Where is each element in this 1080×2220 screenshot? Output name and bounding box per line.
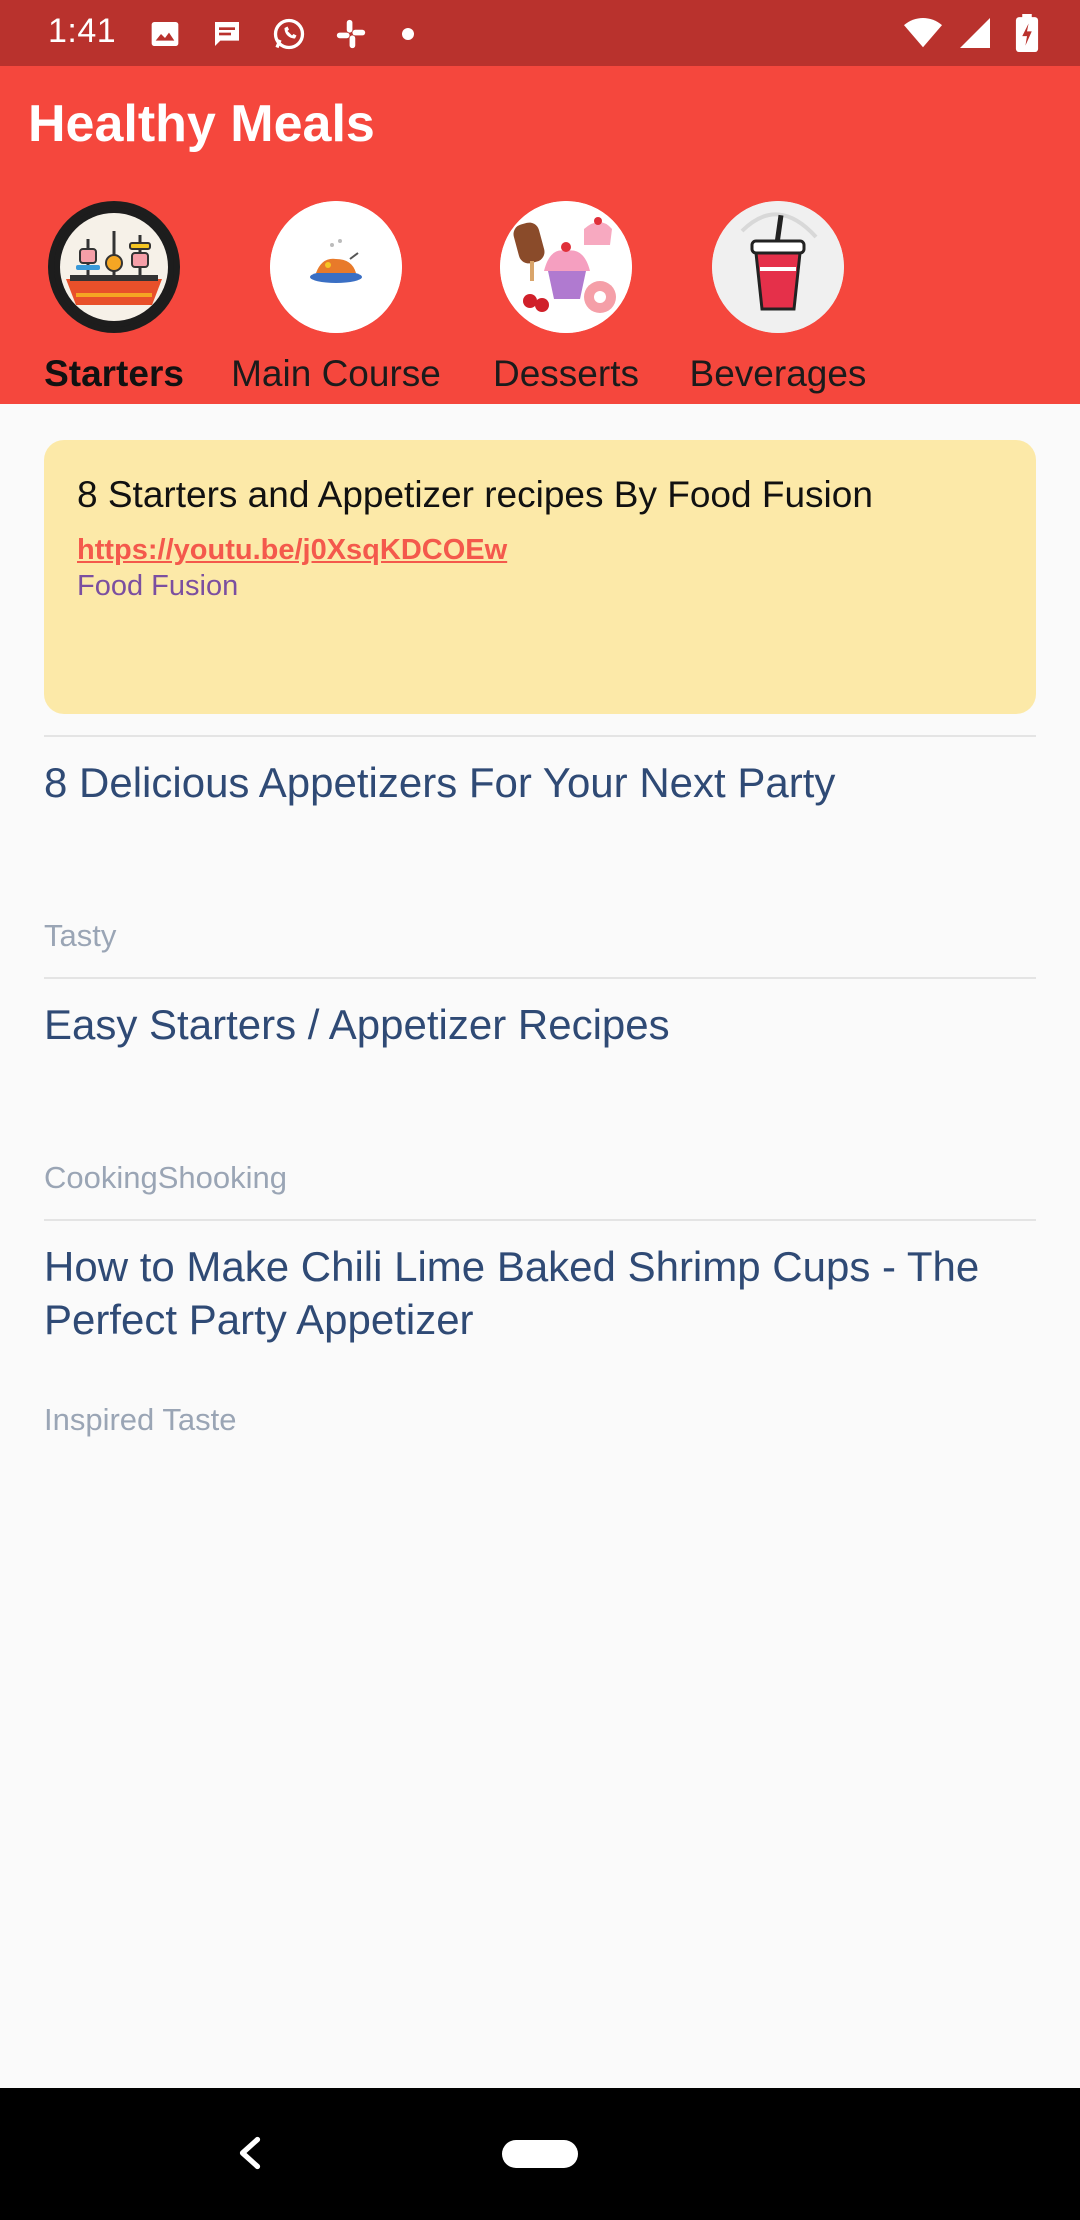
tab-beverages[interactable]: Beverages [686,201,870,395]
image-icon [146,15,184,53]
tab-desserts[interactable]: Desserts [488,201,644,395]
status-time: 1:41 [48,12,117,50]
home-pill-icon[interactable] [502,2140,578,2168]
video-title[interactable]: 8 Delicious Appetizers For Your Next Par… [44,756,1036,809]
dot-icon [402,28,414,40]
featured-video-card[interactable]: 8 Starters and Appetizer recipes By Food… [44,440,1036,714]
main-course-icon [270,201,402,333]
video-channel: Inspired Taste [44,1402,237,1437]
video-channel: Tasty [44,918,117,953]
notification-icons [146,14,414,54]
battery-charging-icon [1008,14,1046,52]
video-title[interactable]: Easy Starters / Appetizer Recipes [44,998,1036,1051]
system-nav-bar [0,2088,1080,2220]
divider [44,735,1036,737]
tab-desserts-label: Desserts [493,353,639,394]
tab-main-course[interactable]: Main Course [226,201,446,395]
beverages-icon [712,201,844,333]
wifi-icon [904,14,942,52]
slack-icon [332,15,370,53]
featured-link[interactable]: https://youtu.be/j0XsqKDCOEw [77,534,507,567]
starters-icon [48,201,180,333]
video-channel: CookingShooking [44,1160,288,1195]
tab-starters[interactable]: Starters [44,201,184,395]
featured-title: 8 Starters and Appetizer recipes By Food… [77,474,873,515]
desserts-icon [500,201,632,333]
tab-starters-label: Starters [44,353,184,394]
divider [44,977,1036,979]
divider [44,1219,1036,1221]
featured-channel: Food Fusion [77,570,239,602]
video-title[interactable]: How to Make Chili Lime Baked Shrimp Cups… [44,1240,1036,1346]
signal-icon [956,14,994,52]
tab-beverages-label: Beverages [689,353,867,394]
app-title: Healthy Meals [28,95,375,153]
status-bar: 1:41 [0,0,1080,66]
whatsapp-icon [270,15,308,53]
system-icons [904,12,1046,54]
app-bar: Healthy Meals Starters Main Course Desse… [0,66,1080,404]
message-icon [208,15,246,53]
tab-main-course-label: Main Course [231,353,441,394]
back-icon[interactable] [225,2128,275,2178]
